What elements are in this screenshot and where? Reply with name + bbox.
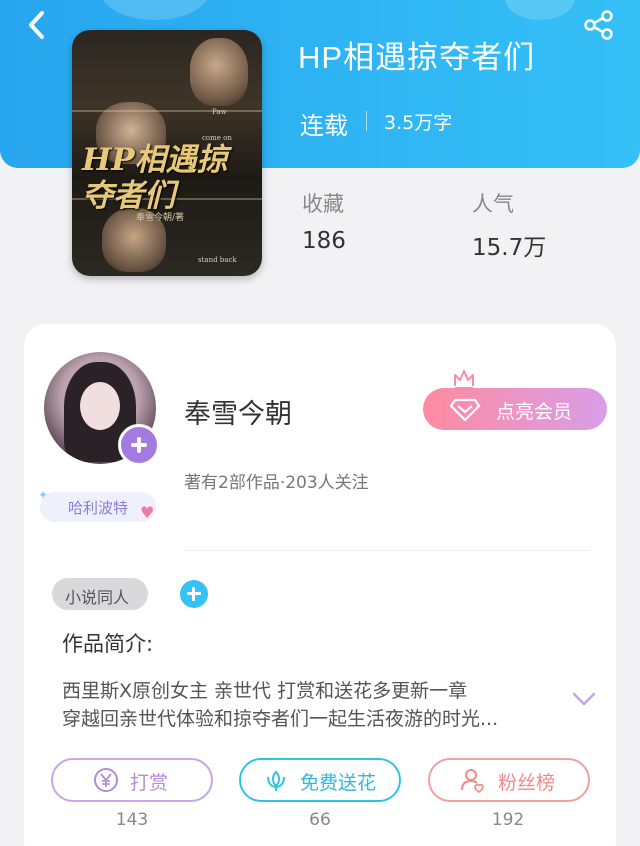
back-chevron-icon	[29, 11, 44, 39]
avatar-face	[80, 382, 120, 430]
chevron-down-icon[interactable]	[571, 690, 597, 708]
popularity-label: 人气	[472, 192, 514, 216]
intro-line: 西里斯X原创女主 亲世代 打赏和送花多更新一章	[62, 680, 468, 702]
flower-icon	[267, 770, 285, 791]
share-button[interactable]	[582, 8, 616, 42]
fan-badge-label: 哈利波特	[68, 499, 129, 517]
share-icon	[584, 10, 613, 40]
cover-tag: Paw	[212, 108, 227, 116]
cover-tag: stand back	[198, 256, 237, 264]
free-flower-label: 免费送花	[300, 772, 377, 794]
follow-author-button[interactable]	[118, 424, 160, 466]
fans-ranking-count: 192	[491, 810, 525, 830]
serial-status: 连载	[300, 112, 348, 140]
intro-heading: 作品简介:	[62, 632, 154, 656]
book-cover[interactable]: Paw come on stand back HP相遇掠夺者们 奉雪今朝/著	[72, 30, 262, 276]
fans-ranking-icon	[461, 769, 484, 794]
fans-ranking-label: 粉丝榜	[498, 772, 556, 794]
favorites-count: 186	[302, 228, 346, 254]
reward-count: 143	[115, 810, 149, 830]
cover-author: 奉雪今朝/著	[136, 213, 185, 223]
section-divider	[184, 550, 590, 551]
yen-coin-icon	[94, 768, 118, 792]
star-icon: ✦	[38, 488, 49, 502]
cover-figure	[190, 38, 248, 106]
back-button[interactable]	[22, 8, 52, 42]
status-divider	[366, 111, 367, 131]
crown-icon	[454, 370, 474, 389]
diamond-icon	[449, 398, 481, 422]
author-meta: 著有2部作品·203人关注	[184, 473, 369, 493]
word-count: 3.5万字	[384, 112, 453, 134]
cover-title: HP相遇掠夺者们	[82, 142, 228, 214]
reward-label: 打赏	[130, 772, 169, 794]
decor-bubble	[505, 0, 575, 20]
intro-line: 穿越回亲世代体验和掠夺者们一起生活夜游的时光...	[62, 708, 499, 730]
free-flower-count: 66	[309, 810, 331, 830]
popularity-count: 15.7万	[472, 235, 547, 261]
book-title: HP相遇掠夺者们	[298, 40, 536, 75]
vip-button-label: 点亮会员	[496, 401, 573, 423]
heart-icon: ♥	[140, 503, 155, 522]
cover-tag: come on	[202, 134, 232, 142]
add-tag-button[interactable]	[180, 580, 208, 608]
decor-bubble	[100, 0, 210, 20]
author-name[interactable]: 奉雪今朝	[184, 392, 292, 431]
category-tag-label: 小说同人	[65, 588, 130, 607]
cover-band	[72, 110, 262, 112]
favorites-label: 收藏	[302, 192, 344, 216]
